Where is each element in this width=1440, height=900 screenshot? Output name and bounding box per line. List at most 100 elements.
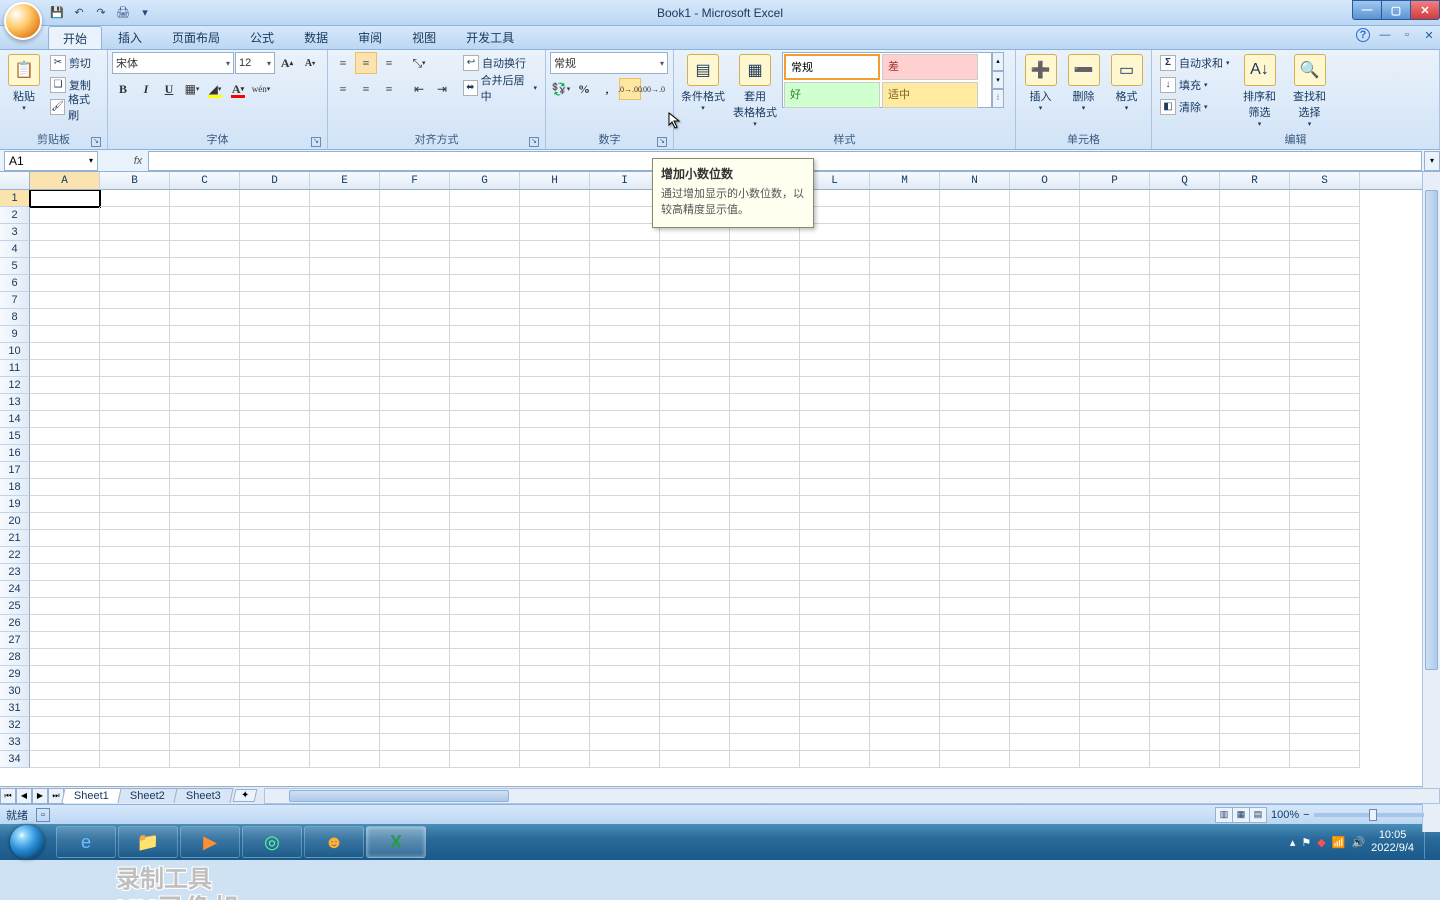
cell-P8[interactable] — [1080, 309, 1150, 326]
cell-G26[interactable] — [450, 615, 520, 632]
cell-J17[interactable] — [660, 462, 730, 479]
cell-I11[interactable] — [590, 360, 660, 377]
cell-F19[interactable] — [380, 496, 450, 513]
cell-H13[interactable] — [520, 394, 590, 411]
cell-O22[interactable] — [1010, 547, 1080, 564]
cell-A31[interactable] — [30, 700, 100, 717]
cell-Q1[interactable] — [1150, 190, 1220, 207]
cell-E16[interactable] — [310, 445, 380, 462]
cell-K8[interactable] — [730, 309, 800, 326]
cell-H9[interactable] — [520, 326, 590, 343]
cell-H20[interactable] — [520, 513, 590, 530]
cell-D29[interactable] — [240, 666, 310, 683]
cell-I34[interactable] — [590, 751, 660, 768]
cell-S4[interactable] — [1290, 241, 1360, 258]
tab-developer[interactable]: 开发工具 — [452, 26, 528, 49]
cell-Q2[interactable] — [1150, 207, 1220, 224]
cell-G8[interactable] — [450, 309, 520, 326]
cell-P25[interactable] — [1080, 598, 1150, 615]
cell-D30[interactable] — [240, 683, 310, 700]
cell-E32[interactable] — [310, 717, 380, 734]
cell-S7[interactable] — [1290, 292, 1360, 309]
cell-S17[interactable] — [1290, 462, 1360, 479]
cell-D23[interactable] — [240, 564, 310, 581]
row-header-9[interactable]: 9 — [0, 326, 30, 343]
cell-Q30[interactable] — [1150, 683, 1220, 700]
cell-A16[interactable] — [30, 445, 100, 462]
cell-S25[interactable] — [1290, 598, 1360, 615]
cell-K24[interactable] — [730, 581, 800, 598]
cell-I16[interactable] — [590, 445, 660, 462]
gallery-more[interactable]: ⁞ — [992, 89, 1004, 108]
cell-H23[interactable] — [520, 564, 590, 581]
cell-C21[interactable] — [170, 530, 240, 547]
row-header-15[interactable]: 15 — [0, 428, 30, 445]
cell-B28[interactable] — [100, 649, 170, 666]
cell-B26[interactable] — [100, 615, 170, 632]
cell-F25[interactable] — [380, 598, 450, 615]
row-header-28[interactable]: 28 — [0, 649, 30, 666]
delete-cells-button[interactable]: ➖删除▾ — [1063, 52, 1104, 112]
font-launcher[interactable]: ↘ — [311, 137, 321, 147]
cell-F11[interactable] — [380, 360, 450, 377]
cell-D27[interactable] — [240, 632, 310, 649]
cell-G21[interactable] — [450, 530, 520, 547]
cell-P3[interactable] — [1080, 224, 1150, 241]
cell-L22[interactable] — [800, 547, 870, 564]
cell-N28[interactable] — [940, 649, 1010, 666]
cell-E29[interactable] — [310, 666, 380, 683]
zoom-out[interactable]: − — [1303, 809, 1309, 821]
cell-N24[interactable] — [940, 581, 1010, 598]
cell-R27[interactable] — [1220, 632, 1290, 649]
cell-M29[interactable] — [870, 666, 940, 683]
cell-F5[interactable] — [380, 258, 450, 275]
cell-F3[interactable] — [380, 224, 450, 241]
cell-P22[interactable] — [1080, 547, 1150, 564]
cell-R15[interactable] — [1220, 428, 1290, 445]
cell-O13[interactable] — [1010, 394, 1080, 411]
cell-G33[interactable] — [450, 734, 520, 751]
cell-J31[interactable] — [660, 700, 730, 717]
cell-Q34[interactable] — [1150, 751, 1220, 768]
cell-Q11[interactable] — [1150, 360, 1220, 377]
cell-L16[interactable] — [800, 445, 870, 462]
cell-D17[interactable] — [240, 462, 310, 479]
cell-B12[interactable] — [100, 377, 170, 394]
cell-P7[interactable] — [1080, 292, 1150, 309]
cell-S11[interactable] — [1290, 360, 1360, 377]
cell-J12[interactable] — [660, 377, 730, 394]
view-pagelayout[interactable]: ▦ — [1232, 807, 1250, 823]
cell-G28[interactable] — [450, 649, 520, 666]
cell-F23[interactable] — [380, 564, 450, 581]
cell-C8[interactable] — [170, 309, 240, 326]
cell-P33[interactable] — [1080, 734, 1150, 751]
cell-R23[interactable] — [1220, 564, 1290, 581]
find-select-button[interactable]: 🔍查找和选择▾ — [1286, 52, 1334, 128]
cell-Q12[interactable] — [1150, 377, 1220, 394]
cell-K18[interactable] — [730, 479, 800, 496]
cell-M15[interactable] — [870, 428, 940, 445]
cell-S27[interactable] — [1290, 632, 1360, 649]
col-header-A[interactable]: A — [30, 172, 100, 189]
cell-B29[interactable] — [100, 666, 170, 683]
tab-formulas[interactable]: 公式 — [236, 26, 288, 49]
cell-B14[interactable] — [100, 411, 170, 428]
cell-B17[interactable] — [100, 462, 170, 479]
cell-D34[interactable] — [240, 751, 310, 768]
cell-N25[interactable] — [940, 598, 1010, 615]
col-header-O[interactable]: O — [1010, 172, 1080, 189]
col-header-N[interactable]: N — [940, 172, 1010, 189]
cell-D20[interactable] — [240, 513, 310, 530]
cell-N9[interactable] — [940, 326, 1010, 343]
col-header-B[interactable]: B — [100, 172, 170, 189]
cell-N20[interactable] — [940, 513, 1010, 530]
cell-H15[interactable] — [520, 428, 590, 445]
cell-A23[interactable] — [30, 564, 100, 581]
cell-I23[interactable] — [590, 564, 660, 581]
cell-C12[interactable] — [170, 377, 240, 394]
cell-I3[interactable] — [590, 224, 660, 241]
cell-D18[interactable] — [240, 479, 310, 496]
conditional-format-button[interactable]: ▤条件格式▾ — [678, 52, 728, 112]
tab-insert[interactable]: 插入 — [104, 26, 156, 49]
cell-S20[interactable] — [1290, 513, 1360, 530]
